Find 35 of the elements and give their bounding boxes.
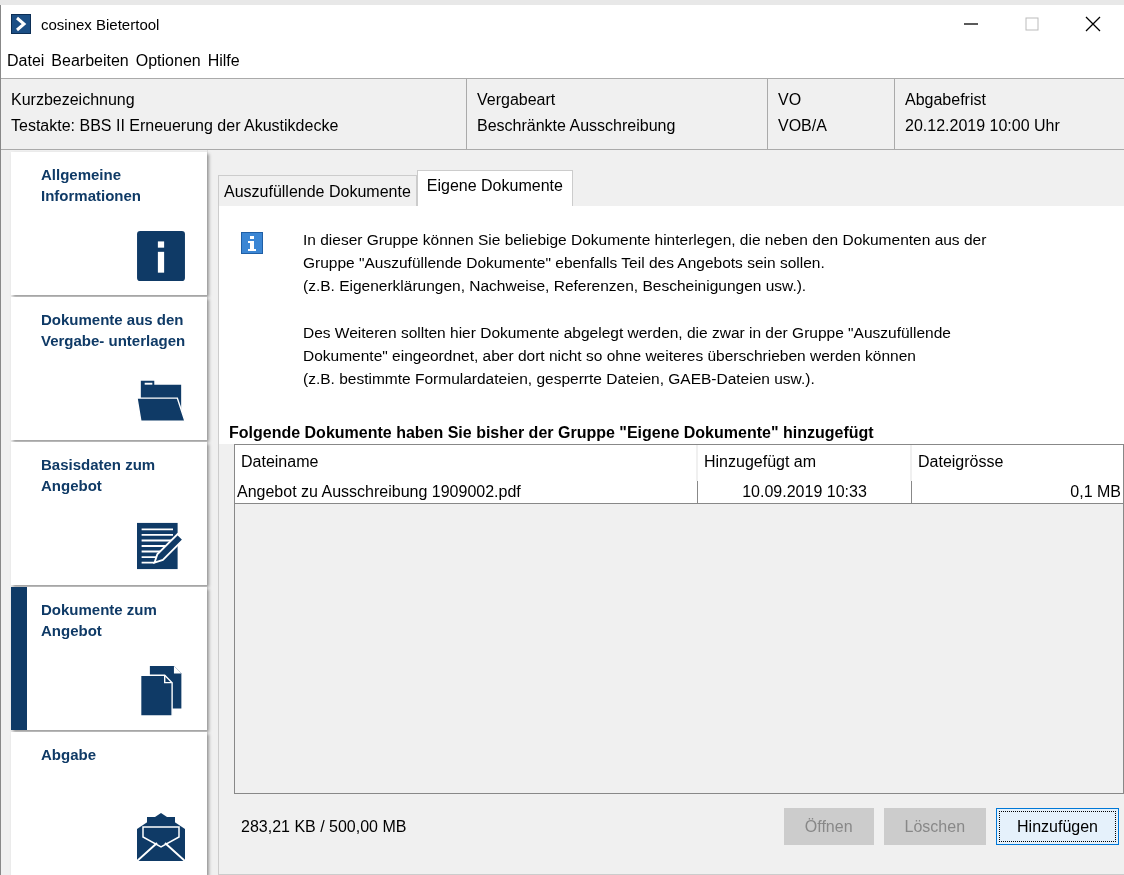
menu-item[interactable]: Hilfe <box>207 51 240 70</box>
button[interactable]: Hinzufügen <box>996 808 1119 845</box>
header-label: Kurzbezeichnung <box>11 91 135 109</box>
header-value: VOB/A <box>778 117 827 135</box>
sidebar-item[interactable]: Basisdaten zum Angebot <box>11 442 207 585</box>
info-icon <box>241 232 263 254</box>
menu-item[interactable]: Datei <box>7 51 45 70</box>
header-value: Beschränkte Ausschreibung <box>477 117 676 135</box>
menu-item[interactable]: Bearbeiten <box>51 51 129 70</box>
header-label: Abgabefrist <box>905 91 986 109</box>
app-logo-icon <box>11 14 31 34</box>
info-icon <box>137 231 185 281</box>
table-cell-text: 0,1 MB <box>1069 482 1122 502</box>
info-text: Des Weiteren sollten hier Dokumente abgelegt werden, die zwar in der Gruppe "Auszufüllende Dokumente" eingeordnet, aber dort nicht so ohne weiteres überschrieben werden können (z.B. bestimmte Formulardateien, gesperrte Dateien, GAEB-Dateien usw.). <box>303 323 952 389</box>
header-label: VO <box>778 91 802 109</box>
header-label: Vergabeart <box>477 91 556 109</box>
table-cell: 10.09.2019 10:33 <box>698 481 912 503</box>
window-title: cosinex Bietertool <box>41 15 160 33</box>
sidebar-item[interactable]: Abgabe <box>11 732 207 875</box>
table-title: Folgende Dokumente haben Sie bisher der Gruppe "Eigene Dokumente" hinzugefügt <box>219 420 1124 444</box>
table-cell: Angebot zu Ausschreibung 1909002.pdf <box>235 481 698 503</box>
envelope-icon <box>137 811 185 861</box>
header-value: Testakte: BBS II Erneuerung der Akustikdecke <box>11 117 339 135</box>
close-icon[interactable] <box>1085 16 1101 32</box>
sidebar-item[interactable]: Dokumente aus den Vergabe- unterlagen <box>11 297 207 440</box>
tab[interactable]: Auszufüllende Dokumente <box>218 175 417 206</box>
storage-usage: 283,21 KB / 500,00 MB <box>241 817 407 836</box>
sidebar-item[interactable]: Dokumente zum Angebot <box>11 587 207 730</box>
tab[interactable]: Eigene Dokumente <box>416 170 573 206</box>
header-value: 20.12.2019 10:00 Uhr <box>905 117 1060 135</box>
info-text: In dieser Gruppe können Sie beliebige Dokumente hinterlegen, die neben den Dokumenten aus der Gruppe "Auszufüllende Dokumente" ebenfalls Teil des Angebots sein sollen. (z.B. Eigenerklärungen, Nachweise, Referenzen, Bescheinigungen usw.). <box>303 230 987 296</box>
column-header[interactable]: Dateigrösse <box>912 445 1123 481</box>
sidebar-item[interactable]: Allgemeine Informationen <box>11 152 207 295</box>
document-pen-icon <box>137 521 185 571</box>
menu-item[interactable]: Optionen <box>135 51 201 70</box>
